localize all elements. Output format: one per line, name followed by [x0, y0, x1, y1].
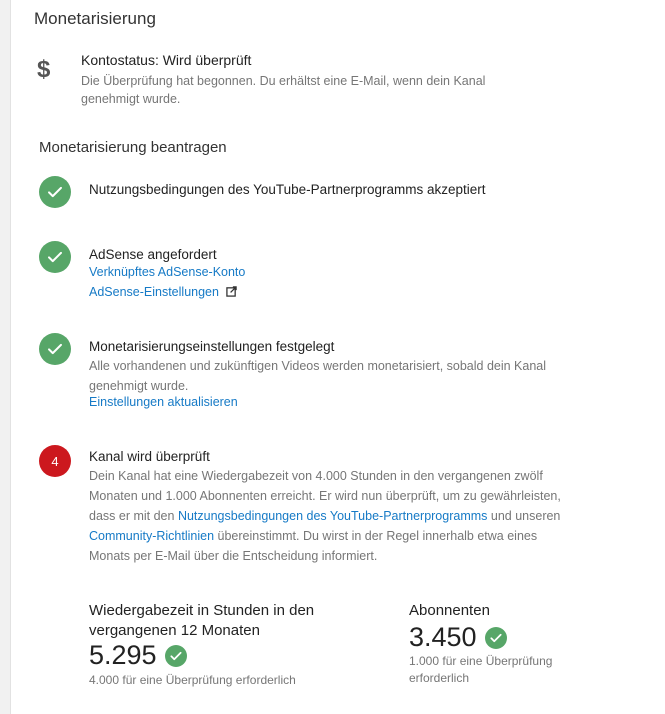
subscribers-value-row: 3.450 — [409, 622, 507, 653]
linked-adsense-account-link[interactable]: Verknüpftes AdSense-Konto — [89, 265, 245, 279]
watch-time-requirement: 4.000 für eine Überprüfung erforderlich — [89, 673, 296, 687]
partner-program-terms-link[interactable]: Nutzungsbedingungen des YouTube-Partnerp… — [178, 509, 487, 523]
step-4-title: Kanal wird überprüft — [89, 449, 210, 464]
external-link-icon — [226, 286, 238, 300]
watch-time-value-row: 5.295 — [89, 640, 187, 671]
subscribers-label: Abonnenten — [409, 602, 490, 619]
account-status-title: Kontostatus: Wird überprüft — [81, 52, 252, 68]
step-2-check-icon — [39, 241, 71, 273]
step-2-title: AdSense angefordert — [89, 247, 217, 262]
step-1-title: Nutzungsbedingungen des YouTube-Partnerp… — [89, 182, 486, 197]
subscribers-requirement: 1.000 für eine Überprüfung erforderlich — [409, 654, 553, 685]
dollar-icon: $ — [37, 56, 51, 83]
left-rail — [0, 0, 11, 714]
account-status-description: Die Überprüfung hat begonnen. Du erhälts… — [81, 74, 486, 106]
step-4-number: 4 — [51, 453, 59, 469]
step-4-description: Dein Kanal hat eine Wiedergabezeit von 4… — [89, 466, 569, 566]
step-3-description: Alle vorhandenen und zukünftigen Videos … — [89, 359, 547, 393]
step-3-title: Monetarisierungseinstellungen festgelegt — [89, 339, 335, 354]
subscribers-check-icon — [484, 626, 507, 649]
step-4-description-part2: und unseren — [487, 509, 561, 523]
adsense-settings-link[interactable]: AdSense-Einstellungen — [89, 285, 219, 299]
update-settings-link[interactable]: Einstellungen aktualisieren — [89, 395, 238, 409]
watch-time-check-icon — [164, 644, 187, 667]
community-guidelines-link[interactable]: Community-Richtlinien — [89, 529, 214, 543]
step-1-check-icon — [39, 176, 71, 208]
watch-time-label: Wiedergabezeit in Stunden in den vergang… — [89, 602, 315, 639]
apply-section-title: Monetarisierung beantragen — [39, 139, 227, 156]
step-3-check-icon — [39, 333, 71, 365]
step-4-number-badge: 4 — [39, 445, 71, 477]
page-title: Monetarisierung — [34, 9, 156, 28]
watch-time-value: 5.295 — [89, 640, 157, 670]
subscribers-value: 3.450 — [409, 622, 477, 652]
